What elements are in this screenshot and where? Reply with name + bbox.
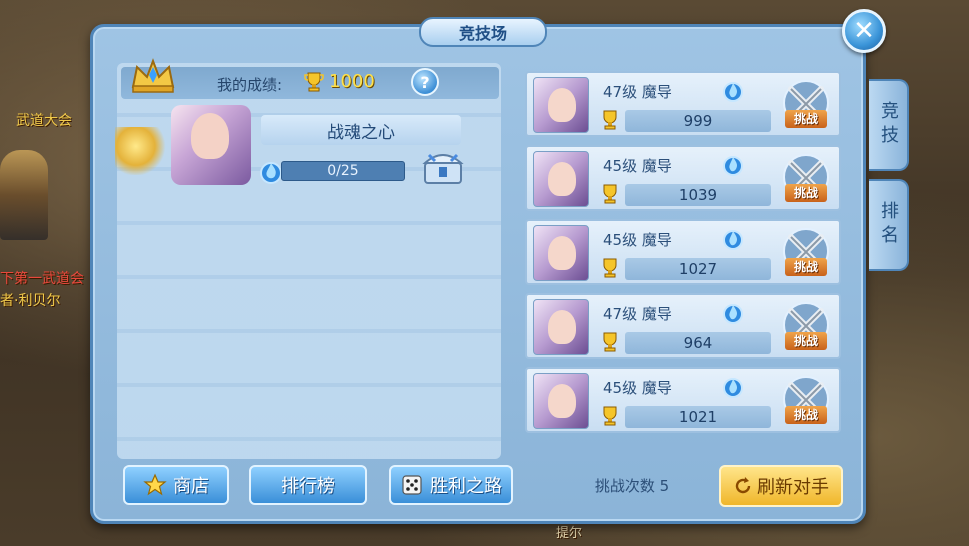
trophy-icon [603, 258, 617, 278]
bg-text-name: 者·利贝尔 [0, 293, 61, 309]
background-character [0, 150, 48, 240]
opponent-score: 1039 [625, 184, 771, 206]
ranking-label: 排行榜 [281, 476, 335, 497]
opponent-level: 47级 魔导 [603, 305, 672, 323]
refresh-opponents-button[interactable]: 刷新对手 [719, 465, 843, 507]
trophy-icon [304, 72, 324, 92]
challenge-button[interactable]: 挑战 [785, 184, 827, 202]
help-icon: ? [420, 72, 430, 92]
soul-progress: 0/25 [281, 161, 405, 181]
soul-flame-icon [723, 156, 743, 176]
opponent-portrait [533, 225, 589, 281]
treasure-chest-icon[interactable] [419, 145, 467, 189]
victory-road-button[interactable]: 胜利之路 [389, 465, 513, 505]
trophy-icon [603, 406, 617, 426]
opponent-card: 47级 魔导 999 挑战 [525, 71, 841, 137]
soul-row: 战魂之心 0/25 [111, 105, 501, 189]
trophy-icon [603, 332, 617, 352]
tab-arena[interactable]: 竞技 [869, 79, 909, 171]
opponent-card: 45级 魔导 1039 挑战 [525, 145, 841, 211]
bg-text-bottom: 提尔 [556, 526, 583, 541]
soul-flame-icon [723, 230, 743, 250]
opponent-level: 47级 魔导 [603, 83, 672, 101]
trophy-icon [603, 184, 617, 204]
opponent-score: 964 [625, 332, 771, 354]
shop-button[interactable]: 商店 [123, 465, 229, 505]
opponent-portrait [533, 299, 589, 355]
star-icon [143, 473, 167, 496]
arena-panel: 竞技场 ✕ 我的成绩: 1000 ? 战魂之心 0/25 47级 魔导 999 … [90, 9, 909, 524]
soul-name: 战魂之心 [261, 115, 461, 145]
soul-flame-icon [723, 82, 743, 102]
challenge-button[interactable]: 挑战 [785, 406, 827, 424]
victory-road-label: 胜利之路 [430, 476, 502, 497]
challenge-button[interactable]: 挑战 [785, 110, 827, 128]
magic-wand-icon [115, 127, 167, 175]
soul-flame-icon [723, 304, 743, 324]
opponent-card: 47级 魔导 964 挑战 [525, 293, 841, 359]
panel-title: 竞技场 [419, 17, 547, 47]
ranking-button[interactable]: 排行榜 [249, 465, 367, 505]
trophy-icon [603, 110, 617, 130]
challenge-button[interactable]: 挑战 [785, 332, 827, 350]
opponent-level: 45级 魔导 [603, 379, 672, 397]
opponent-portrait [533, 373, 589, 429]
opponent-score: 1021 [625, 406, 771, 428]
hero-portrait [171, 105, 251, 185]
refresh-icon [735, 477, 751, 494]
dice-icon [402, 475, 422, 495]
challenge-attempts: 挑战次数 5 [594, 477, 670, 495]
opponent-portrait [533, 77, 589, 133]
opponent-card: 45级 魔导 1021 挑战 [525, 367, 841, 433]
opponent-level: 45级 魔导 [603, 231, 672, 249]
tab-ranking[interactable]: 排名 [869, 179, 909, 271]
opponent-score: 1027 [625, 258, 771, 280]
shop-label: 商店 [173, 476, 209, 497]
opponent-portrait [533, 151, 589, 207]
opponent-level: 45级 魔导 [603, 157, 672, 175]
challenge-button[interactable]: 挑战 [785, 258, 827, 276]
soul-flame-icon [723, 378, 743, 398]
score-value: 1000 [329, 71, 375, 92]
refresh-label: 刷新对手 [757, 477, 829, 498]
opponent-score: 999 [625, 110, 771, 132]
crown-icon [131, 58, 175, 93]
close-button[interactable]: ✕ [842, 9, 886, 53]
opponent-card: 45级 魔导 1027 挑战 [525, 219, 841, 285]
bg-text-world-tournament: 下第一武道会 [0, 271, 84, 287]
close-icon: ✕ [853, 16, 875, 46]
score-label: 我的成绩: [217, 76, 283, 94]
bg-text-tournament: 武道大会 [16, 113, 72, 129]
help-button[interactable]: ? [411, 68, 439, 96]
